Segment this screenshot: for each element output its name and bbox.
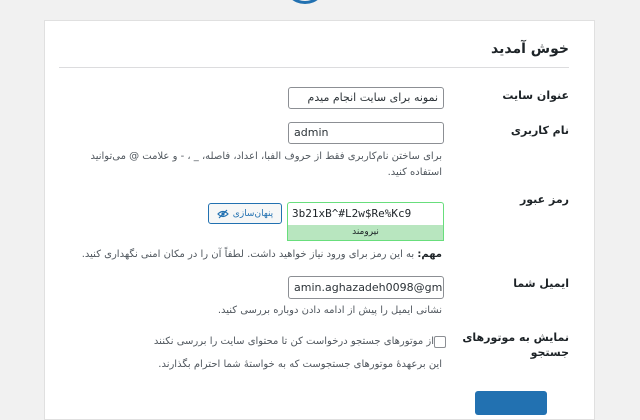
search-visibility-label-line1: نمایش به موتورهای <box>462 331 569 344</box>
username-help-line2: استفاده کنید. <box>387 167 442 178</box>
password-note: مهم: به این رمز برای ورود نیاز خواهید دا… <box>42 247 442 263</box>
discourage-search-checkbox[interactable] <box>434 336 446 348</box>
search-visibility-label: نمایش به موتورهای جستجو <box>459 330 569 360</box>
install-button[interactable] <box>475 391 547 415</box>
wordpress-logo <box>283 0 327 4</box>
password-note-text: به این رمز برای ورود نیاز خواهید داشت. ل… <box>81 249 418 260</box>
username-help: برای ساختن نام‌کاربری فقط از حروف الفبا،… <box>62 149 442 181</box>
discourage-search-label[interactable]: از موتورهای جستجو درخواست کن تا محتوای س… <box>114 334 434 350</box>
username-label: نام کاربری <box>510 124 569 137</box>
site-title-input[interactable]: نمونه برای سایت انجام میدم <box>288 87 444 109</box>
password-input[interactable]: 3b21xB^#L2w$Re%Kc9 <box>287 202 444 225</box>
search-visibility-help: این برعهدهٔ موتورهای جستجوست که به خواست… <box>158 359 442 370</box>
password-strength-indicator: نیرومند <box>287 225 444 241</box>
email-help: نشانی ایمیل را پیش از ادامه دادن دوباره … <box>217 305 442 316</box>
hide-password-label: پنهان‌سازی <box>232 208 274 219</box>
site-title-label: عنوان سایت <box>502 89 569 102</box>
username-help-line1: برای ساختن نام‌کاربری فقط از حروف الفبا،… <box>90 151 442 162</box>
email-input[interactable]: amin.aghazadeh0098@gmail.co <box>288 276 444 299</box>
username-input[interactable]: admin <box>288 122 444 144</box>
hide-password-button[interactable]: پنهان‌سازی <box>208 203 282 224</box>
page-title: خوش آمدید <box>491 41 569 57</box>
install-panel: خوش آمدید عنوان سایت نمونه برای سایت انج… <box>44 20 595 420</box>
email-label: ایمیل شما <box>513 277 569 290</box>
password-note-bold: مهم: <box>417 249 442 260</box>
password-label: رمز عبور <box>519 193 569 206</box>
eye-slash-icon <box>216 209 229 218</box>
search-visibility-label-line2: جستجو <box>530 346 569 359</box>
divider <box>59 67 569 68</box>
